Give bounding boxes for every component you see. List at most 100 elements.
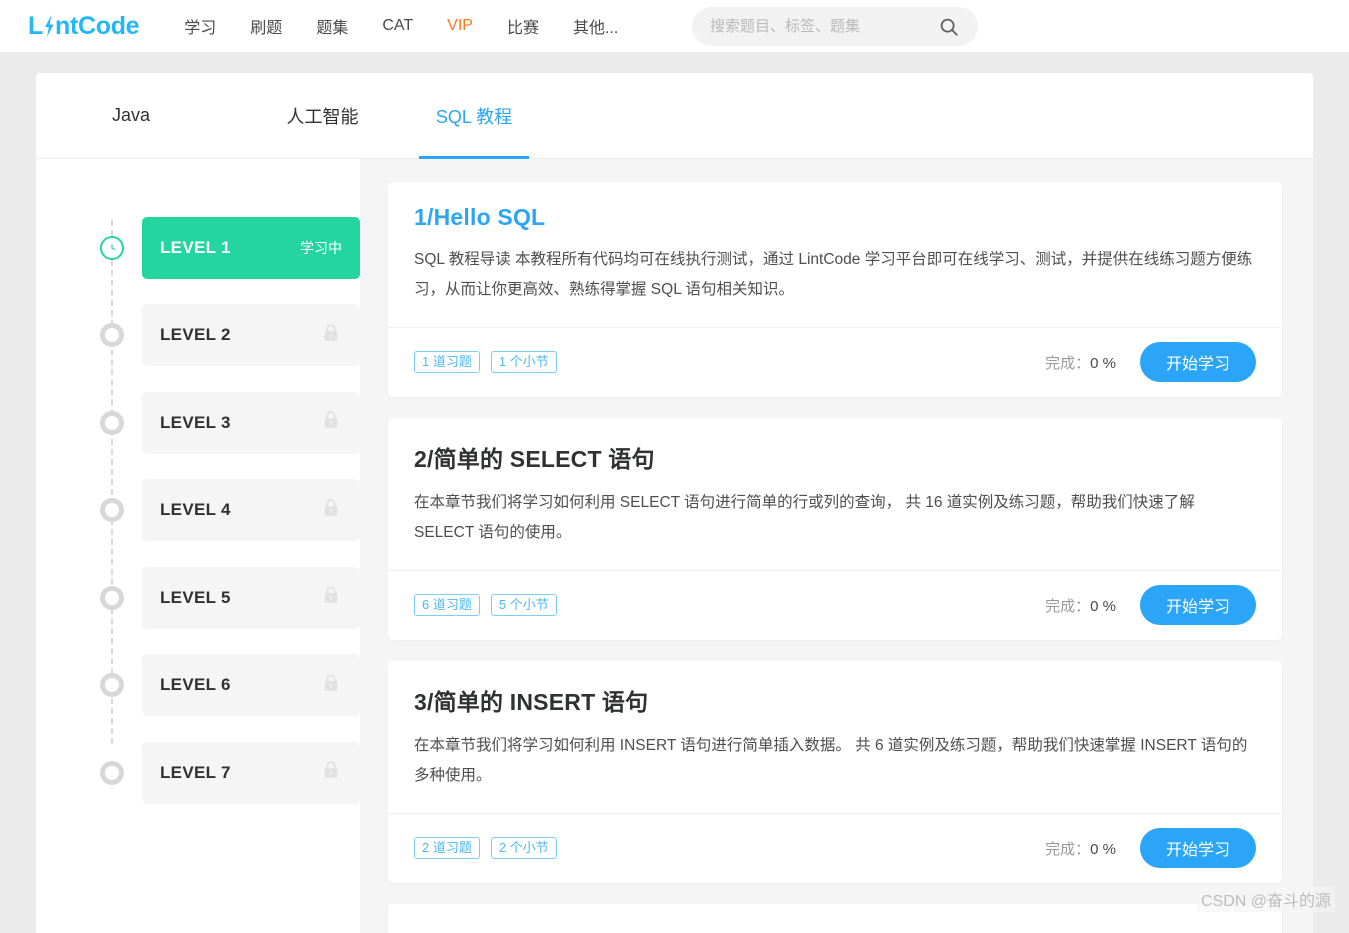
top-navigation-bar: L ntCode 学习 刷题 题集 CAT VIP 比赛 其他...	[0, 0, 1349, 52]
chapter-description: SQL 教程导读 本教程所有代码均可在线执行测试，通过 LintCode 学习平…	[414, 245, 1256, 305]
primary-nav-links: 学习 刷题 题集 CAT VIP 比赛 其他...	[167, 14, 635, 38]
sidebar-item-level-3[interactable]: LEVEL 3	[142, 392, 360, 454]
tab-sql-tutorial[interactable]: SQL 教程	[419, 73, 529, 158]
chip-exercise-count: 1 道习题	[414, 351, 480, 373]
logo-text-pre: L	[28, 12, 43, 41]
chapter-progress: 完成：0 %	[1045, 595, 1116, 616]
logo-text-post: ntCode	[55, 12, 139, 41]
sidebar-item-level-2[interactable]: LEVEL 2	[142, 304, 360, 366]
level-row: LEVEL 5	[74, 554, 360, 642]
chip-section-count: 2 个小节	[491, 837, 557, 859]
level-6-label: LEVEL 6	[160, 675, 231, 695]
chapter-progress: 完成：0 %	[1045, 838, 1116, 859]
level-row: LEVEL 7	[74, 729, 360, 817]
course-tabs: Java 人工智能 SQL 教程	[36, 73, 1313, 159]
chapter-actions: 完成：0 % 开始学习	[1045, 585, 1256, 625]
progress-label: 完成：	[1045, 355, 1090, 372]
tab-ai[interactable]: 人工智能	[226, 73, 419, 158]
chapter-chips: 2 道习题 2 个小节	[414, 837, 557, 859]
search-input[interactable]	[710, 18, 938, 35]
clock-icon	[100, 236, 124, 260]
chapter-card-body: 2/简单的 SELECT 语句 在本章节我们将学习如何利用 SELECT 语句进…	[388, 418, 1282, 570]
chapter-card-footer: 6 道习题 5 个小节 完成：0 % 开始学习	[388, 570, 1282, 640]
lock-icon	[320, 672, 342, 699]
nav-item-cat[interactable]: CAT	[365, 17, 430, 35]
sidebar-item-level-5[interactable]: LEVEL 5	[142, 567, 360, 629]
level-row: LEVEL 4	[74, 467, 360, 555]
progress-label: 完成：	[1045, 598, 1090, 615]
circle-icon	[100, 761, 124, 785]
chapter-title[interactable]: 3/简单的 INSERT 语句	[414, 683, 1256, 717]
start-learning-button[interactable]: 开始学习	[1140, 828, 1256, 868]
chip-section-count: 5 个小节	[491, 594, 557, 616]
sidebar-item-level-7[interactable]: LEVEL 7	[142, 742, 360, 804]
level-row: LEVEL 3	[74, 379, 360, 467]
lock-icon	[320, 759, 342, 786]
circle-icon	[100, 586, 124, 610]
sidebar-item-level-4[interactable]: LEVEL 4	[142, 479, 360, 541]
watermark: CSDN @奋斗的源	[1197, 886, 1335, 912]
chapter-card[interactable]: 1/Hello SQL SQL 教程导读 本教程所有代码均可在线执行测试，通过 …	[388, 182, 1282, 397]
chapter-actions: 完成：0 % 开始学习	[1045, 342, 1256, 382]
level-7-label: LEVEL 7	[160, 763, 231, 783]
nav-item-problem-sets[interactable]: 题集	[299, 14, 365, 38]
chapter-description: 在本章节我们将学习如何利用 INSERT 语句进行简单插入数据。 共 6 道实例…	[414, 731, 1256, 791]
nav-item-more[interactable]: 其他...	[556, 14, 635, 38]
lock-icon	[320, 322, 342, 349]
chapter-title[interactable]: 2/简单的 SELECT 语句	[414, 440, 1256, 474]
lock-icon	[320, 409, 342, 436]
level-2-label: LEVEL 2	[160, 325, 231, 345]
tab-java[interactable]: Java	[36, 73, 226, 158]
tab-ai-label: 人工智能	[287, 103, 359, 129]
level-sidebar: LEVEL 1 学习中 LEVEL 2	[36, 159, 360, 933]
circle-icon	[100, 498, 124, 522]
chapter-card-footer: 2 道习题 2 个小节 完成：0 % 开始学习	[388, 813, 1282, 883]
chapter-title[interactable]: 4/简单的 UPDATE 语句	[414, 926, 1256, 933]
start-learning-button[interactable]: 开始学习	[1140, 342, 1256, 382]
chapter-list: 1/Hello SQL SQL 教程导读 本教程所有代码均可在线执行测试，通过 …	[360, 159, 1313, 933]
site-logo[interactable]: L ntCode	[28, 12, 139, 41]
chapter-chips: 1 道习题 1 个小节	[414, 351, 557, 373]
nav-item-study[interactable]: 学习	[167, 14, 233, 38]
search-icon[interactable]	[938, 16, 960, 38]
lock-icon	[320, 497, 342, 524]
tab-sql-tutorial-label: SQL 教程	[436, 103, 512, 129]
chapter-card-footer: 1 道习题 1 个小节 完成：0 % 开始学习	[388, 327, 1282, 397]
progress-value: 0 %	[1090, 598, 1116, 615]
chip-section-count: 1 个小节	[491, 351, 557, 373]
nav-item-contest[interactable]: 比赛	[490, 14, 556, 38]
lock-icon	[320, 584, 342, 611]
circle-icon	[100, 411, 124, 435]
chapter-card[interactable]: 2/简单的 SELECT 语句 在本章节我们将学习如何利用 SELECT 语句进…	[388, 418, 1282, 640]
level-3-label: LEVEL 3	[160, 413, 231, 433]
progress-value: 0 %	[1090, 841, 1116, 858]
search-box[interactable]	[692, 7, 978, 46]
level-1-label: LEVEL 1	[160, 238, 231, 258]
chapter-card-body: 3/简单的 INSERT 语句 在本章节我们将学习如何利用 INSERT 语句进…	[388, 661, 1282, 813]
chapter-title[interactable]: 1/Hello SQL	[414, 204, 1256, 231]
nav-item-vip[interactable]: VIP	[430, 17, 490, 35]
level-5-label: LEVEL 5	[160, 588, 231, 608]
level-row: LEVEL 1 学习中	[74, 204, 360, 292]
chapter-actions: 完成：0 % 开始学习	[1045, 828, 1256, 868]
course-page-panel: Java 人工智能 SQL 教程	[36, 73, 1313, 933]
chapter-progress: 完成：0 %	[1045, 352, 1116, 373]
level-1-status-badge: 学习中	[300, 238, 342, 258]
chapter-card-body: 1/Hello SQL SQL 教程导读 本教程所有代码均可在线执行测试，通过 …	[388, 182, 1282, 327]
chapter-chips: 6 道习题 5 个小节	[414, 594, 557, 616]
circle-icon	[100, 323, 124, 347]
level-4-label: LEVEL 4	[160, 500, 231, 520]
chip-exercise-count: 2 道习题	[414, 837, 480, 859]
progress-value: 0 %	[1090, 355, 1116, 372]
level-row: LEVEL 2	[74, 292, 360, 380]
start-learning-button[interactable]: 开始学习	[1140, 585, 1256, 625]
chapter-card[interactable]: 3/简单的 INSERT 语句 在本章节我们将学习如何利用 INSERT 语句进…	[388, 661, 1282, 883]
progress-label: 完成：	[1045, 841, 1090, 858]
tab-java-label: Java	[112, 105, 150, 126]
sidebar-item-level-6[interactable]: LEVEL 6	[142, 654, 360, 716]
lightning-bolt-icon	[43, 14, 55, 38]
nav-item-practice[interactable]: 刷题	[233, 14, 299, 38]
chapter-description: 在本章节我们将学习如何利用 SELECT 语句进行简单的行或列的查询， 共 16…	[414, 488, 1256, 548]
sidebar-item-level-1[interactable]: LEVEL 1 学习中	[142, 217, 360, 279]
page-body: LEVEL 1 学习中 LEVEL 2	[36, 159, 1313, 933]
